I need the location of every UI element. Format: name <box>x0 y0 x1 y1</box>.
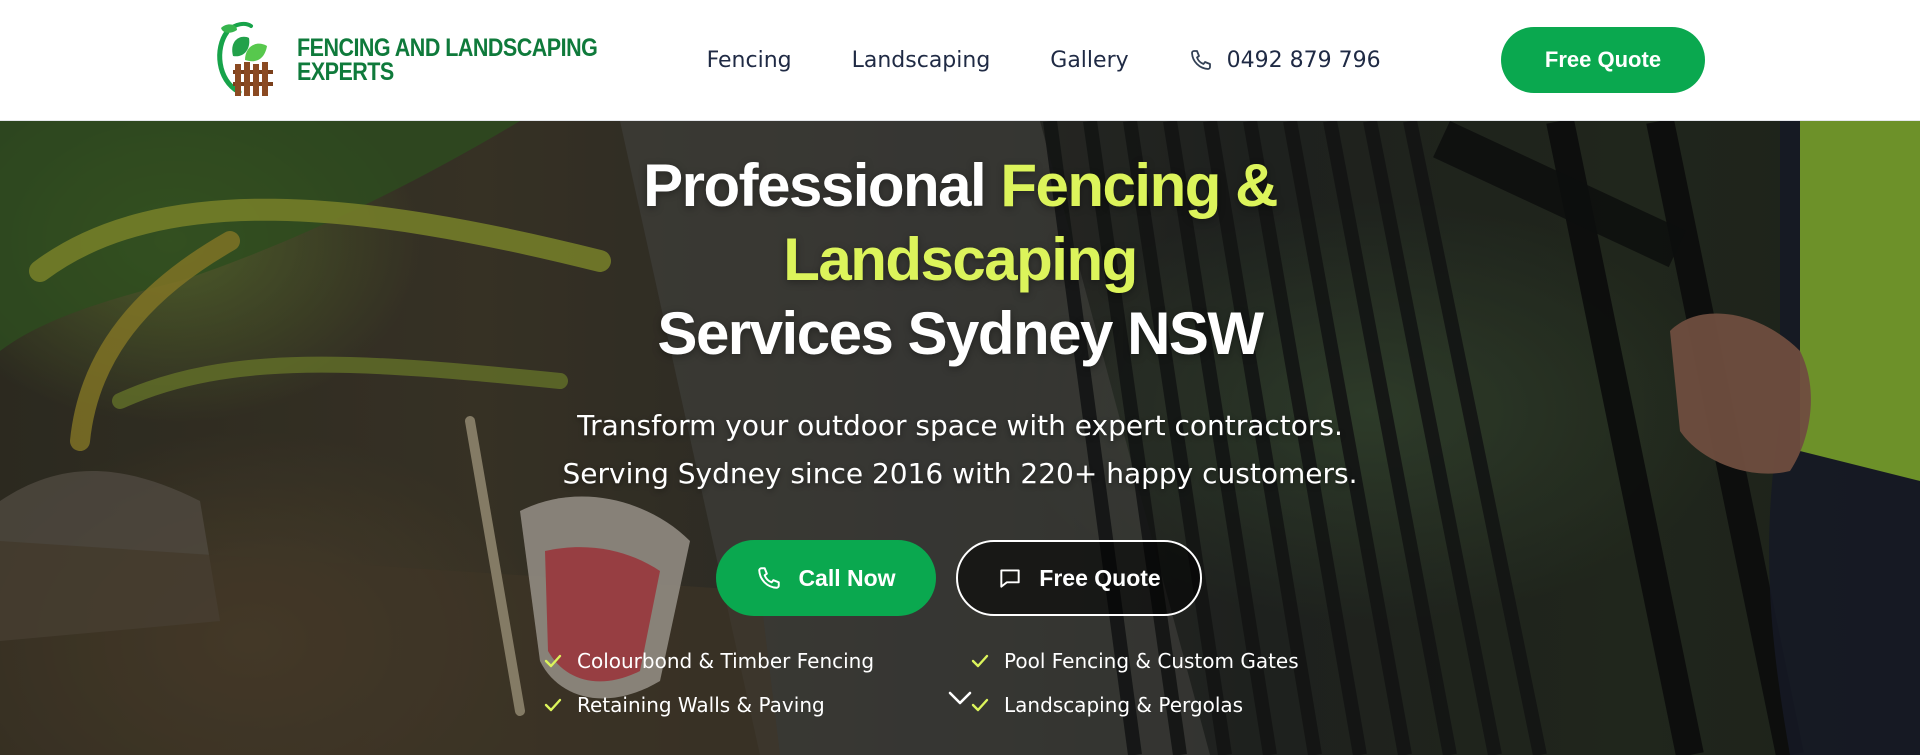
logo-text: FENCING AND LANDSCAPING EXPERTS <box>297 36 598 86</box>
header-free-quote-button[interactable]: Free Quote <box>1501 27 1705 93</box>
site-header: FENCING AND LANDSCAPING EXPERTS Fencing … <box>0 0 1920 121</box>
phone-icon <box>1190 50 1211 70</box>
hero-title-line1: Professional Fencing & <box>460 149 1460 223</box>
logo-text-line2: EXPERTS <box>297 58 394 86</box>
feature-item: Retaining Walls & Paving <box>543 693 825 717</box>
check-icon <box>544 654 562 668</box>
feature-label: Retaining Walls & Paving <box>577 693 825 717</box>
phone-icon <box>758 567 781 589</box>
hero-cta-group: Call Now Free Quote <box>716 540 1202 616</box>
hero-free-quote-label: Free Quote <box>1039 564 1161 591</box>
hero-title-line3: Services Sydney NSW <box>657 300 1264 367</box>
hero-subtitle-line1: Transform your outdoor space with expert… <box>577 409 1343 442</box>
hero-subtitle-line2: Serving Sydney since 2016 with 220+ happ… <box>562 457 1358 490</box>
check-icon <box>971 654 989 668</box>
hero-section: Professional Fencing & Landscaping Servi… <box>0 121 1920 755</box>
hero-title-line2: Landscaping <box>460 223 1460 297</box>
feature-label: Pool Fencing & Custom Gates <box>1004 649 1299 673</box>
call-now-button[interactable]: Call Now <box>716 540 936 616</box>
chat-icon <box>1000 569 1020 588</box>
hero-title-part1: Professional <box>643 152 1001 219</box>
nav-landscaping[interactable]: Landscaping <box>852 48 991 73</box>
hero-free-quote-button[interactable]: Free Quote <box>956 540 1202 616</box>
call-now-label: Call Now <box>798 564 896 591</box>
hero-title-accent2: Landscaping <box>783 226 1138 293</box>
logo-icon <box>215 20 287 100</box>
main-nav: Fencing Landscaping Gallery 0492 879 796 <box>707 48 1381 73</box>
nav-fencing[interactable]: Fencing <box>707 48 792 73</box>
site-logo[interactable]: FENCING AND LANDSCAPING EXPERTS <box>215 20 646 100</box>
check-icon <box>544 698 562 712</box>
nav-gallery[interactable]: Gallery <box>1050 48 1128 73</box>
hero-title-accent1: Fencing & <box>1000 152 1278 219</box>
feature-item: Colourbond & Timber Fencing <box>543 649 874 673</box>
chevron-down-icon[interactable] <box>946 689 974 711</box>
feature-label: Colourbond & Timber Fencing <box>577 649 875 673</box>
feature-item: Landscaping & Pergolas <box>970 693 1243 717</box>
feature-item: Pool Fencing & Custom Gates <box>970 649 1299 673</box>
header-phone-number: 0492 879 796 <box>1226 47 1381 73</box>
header-phone-link[interactable]: 0492 879 796 <box>1189 48 1381 73</box>
feature-label: Landscaping & Pergolas <box>1004 693 1244 717</box>
header-inner: FENCING AND LANDSCAPING EXPERTS Fencing … <box>215 20 1705 100</box>
